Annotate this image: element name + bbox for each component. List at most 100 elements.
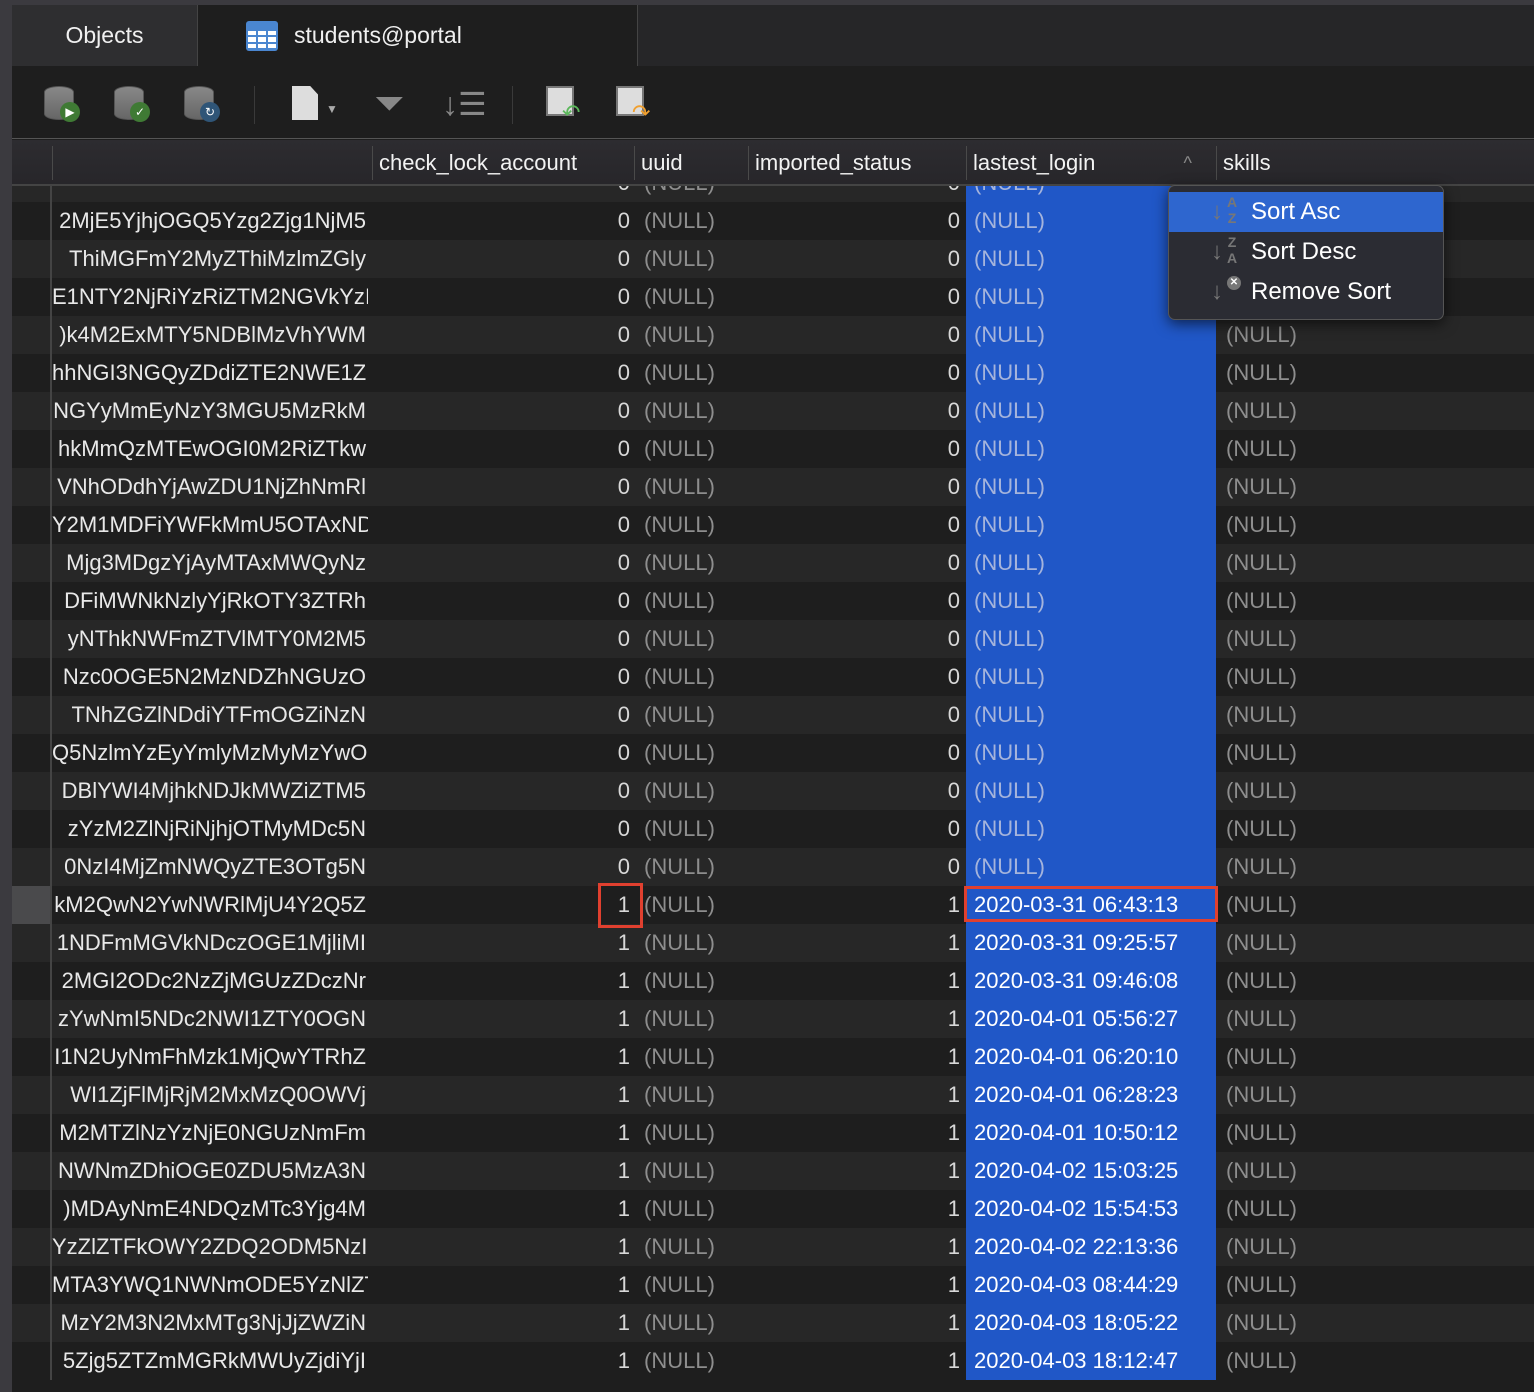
cell-skills[interactable]: (NULL) bbox=[1226, 468, 1526, 506]
cell-check-lock-account[interactable]: 0 bbox=[372, 278, 630, 316]
cell-uuid[interactable]: (NULL) bbox=[644, 696, 754, 734]
cell-imported-status[interactable]: 0 bbox=[748, 392, 960, 430]
table-row[interactable]: Mjg3MDgzYjAyMTAxMWQyNz 0 (NULL) 0 (NULL) (NUL… bbox=[12, 544, 1534, 582]
cell-lastest-login[interactable]: (NULL) bbox=[966, 316, 1216, 354]
cell-imported-status[interactable]: 0 bbox=[748, 620, 960, 658]
cell-uuid[interactable]: (NULL) bbox=[644, 734, 754, 772]
cell-lastest-login[interactable]: 2020-04-01 05:56:27 bbox=[966, 1000, 1216, 1038]
cell-skills[interactable]: (NULL) bbox=[1226, 810, 1526, 848]
cell-imported-status[interactable]: 0 bbox=[748, 734, 960, 772]
cell-check-lock-account[interactable]: 0 bbox=[372, 772, 630, 810]
row-header[interactable] bbox=[12, 1152, 52, 1190]
cell-check-lock-account[interactable]: 0 bbox=[372, 848, 630, 886]
cell-uuid[interactable]: (NULL) bbox=[644, 1342, 754, 1380]
cell-uuid[interactable]: (NULL) bbox=[644, 1266, 754, 1304]
table-row[interactable]: 2MGI2ODc2NzZjMGUzZDczNr 1 (NULL) 1 2020-03-3… bbox=[12, 962, 1534, 1000]
cell-id[interactable]: Mjg3MDgzYjAyMTAxMWQyNz bbox=[52, 544, 368, 582]
table-row[interactable]: kM2QwN2YwNWRlMjU4Y2Q5Z 1 (NULL) 1 2020-03-31… bbox=[12, 886, 1534, 924]
cell-lastest-login[interactable]: (NULL) bbox=[966, 582, 1216, 620]
cell-id[interactable]: WI1ZjFlMjRjM2MxMzQ0OWVj bbox=[52, 1076, 368, 1114]
cell-id[interactable]: Nzc0OGE5N2MzNDZhNGUzO bbox=[52, 658, 368, 696]
header-lastest-login[interactable]: lastest_login ^ bbox=[966, 146, 1216, 180]
cell-check-lock-account[interactable]: 1 bbox=[372, 1076, 630, 1114]
cell-uuid[interactable]: (NULL) bbox=[644, 1076, 754, 1114]
cell-uuid[interactable]: (NULL) bbox=[644, 186, 754, 202]
cell-uuid[interactable]: (NULL) bbox=[644, 392, 754, 430]
db-refresh-icon[interactable]: ↻ bbox=[182, 84, 226, 124]
cell-id[interactable]: DBlYWI4MjhkNDJkMWZiZTM5 bbox=[52, 772, 368, 810]
table-row[interactable]: MzY2M3N2MxMTg3NjJjZWZiN 1 (NULL) 1 2020-04-0… bbox=[12, 1304, 1534, 1342]
cell-uuid[interactable]: (NULL) bbox=[644, 924, 754, 962]
cell-check-lock-account[interactable]: 0 bbox=[372, 582, 630, 620]
cell-check-lock-account[interactable]: 0 bbox=[372, 316, 630, 354]
row-header[interactable] bbox=[12, 1114, 52, 1152]
row-header[interactable] bbox=[12, 658, 52, 696]
table-row[interactable]: WI1ZjFlMjRjM2MxMzQ0OWVj 1 (NULL) 1 2020-04-0… bbox=[12, 1076, 1534, 1114]
cell-lastest-login[interactable]: (NULL) bbox=[966, 544, 1216, 582]
cell-check-lock-account[interactable]: 1 bbox=[372, 1114, 630, 1152]
row-header[interactable] bbox=[12, 240, 52, 278]
cell-imported-status[interactable]: 1 bbox=[748, 1266, 960, 1304]
cell-skills[interactable]: (NULL) bbox=[1226, 1114, 1526, 1152]
cell-id[interactable]: 5Zjg5ZTZmMGRkMWUyZjdiYjI bbox=[52, 1342, 368, 1380]
menu-item-remove-sort[interactable]: ↓ ✕ Remove Sort bbox=[1169, 272, 1443, 312]
cell-id[interactable]: TNhZGZlNDdiYTFmOGZiNzN bbox=[52, 696, 368, 734]
cell-skills[interactable]: (NULL) bbox=[1226, 1076, 1526, 1114]
table-row[interactable]: VNhODdhYjAwZDU1NjZhNmRl 0 (NULL) 0 (NULL) (NU… bbox=[12, 468, 1534, 506]
cell-id[interactable]: Y2M1MDFiYWFkMmU5OTAxND bbox=[52, 506, 368, 544]
cell-id[interactable]: VNhODdhYjAwZDU1NjZhNmRl bbox=[52, 468, 368, 506]
cell-check-lock-account[interactable]: 1 bbox=[372, 1152, 630, 1190]
filter-icon[interactable]: ⏷ bbox=[374, 84, 418, 124]
import-icon[interactable]: ↶ bbox=[544, 84, 588, 125]
cell-uuid[interactable]: (NULL) bbox=[644, 430, 754, 468]
row-header[interactable] bbox=[12, 1190, 52, 1228]
cell-uuid[interactable]: (NULL) bbox=[644, 468, 754, 506]
cell-check-lock-account[interactable]: 0 bbox=[372, 620, 630, 658]
cell-skills[interactable]: (NULL) bbox=[1226, 582, 1526, 620]
cell-uuid[interactable]: (NULL) bbox=[644, 1000, 754, 1038]
cell-check-lock-account[interactable]: 0 bbox=[372, 392, 630, 430]
cell-uuid[interactable]: (NULL) bbox=[644, 810, 754, 848]
cell-lastest-login[interactable]: 2020-04-02 15:03:25 bbox=[966, 1152, 1216, 1190]
cell-id[interactable]: hkMmQzMTEwOGI0M2RiZTkw bbox=[52, 430, 368, 468]
cell-skills[interactable]: (NULL) bbox=[1226, 430, 1526, 468]
cell-imported-status[interactable]: 0 bbox=[748, 278, 960, 316]
row-header[interactable] bbox=[12, 316, 52, 354]
cell-id[interactable]: )MDAyNmE4NDQzMTc3Yjg4M bbox=[52, 1190, 368, 1228]
cell-check-lock-account[interactable]: 0 bbox=[372, 240, 630, 278]
cell-lastest-login[interactable]: (NULL) bbox=[966, 354, 1216, 392]
cell-imported-status[interactable]: 1 bbox=[748, 1304, 960, 1342]
table-row[interactable]: yNThkNWFmZTVlMTY0M2M5 0 (NULL) 0 (NULL) (NULL… bbox=[12, 620, 1534, 658]
cell-imported-status[interactable]: 1 bbox=[748, 1342, 960, 1380]
row-header[interactable] bbox=[12, 202, 52, 240]
row-header[interactable] bbox=[12, 962, 52, 1000]
cell-lastest-login[interactable]: 2020-03-31 09:25:57 bbox=[966, 924, 1216, 962]
cell-imported-status[interactable]: 1 bbox=[748, 886, 960, 924]
cell-lastest-login[interactable]: (NULL) bbox=[966, 620, 1216, 658]
cell-id[interactable]: MTA3YWQ1NWNmODE5YzNlZT bbox=[52, 1266, 368, 1304]
cell-uuid[interactable]: (NULL) bbox=[644, 1190, 754, 1228]
cell-uuid[interactable]: (NULL) bbox=[644, 316, 754, 354]
cell-id[interactable]: 1NDFmMGVkNDczOGE1MjliMI bbox=[52, 924, 368, 962]
cell-id[interactable]: 2MjE5YjhjOGQ5Yzg2Zjg1NjM5 bbox=[52, 202, 368, 240]
header-skills[interactable]: skills bbox=[1216, 146, 1534, 180]
cell-imported-status[interactable]: 0 bbox=[748, 582, 960, 620]
cell-lastest-login[interactable]: 2020-04-01 10:50:12 bbox=[966, 1114, 1216, 1152]
cell-imported-status[interactable]: 1 bbox=[748, 1000, 960, 1038]
menu-item-sort-asc[interactable]: ↓ A Z Sort Asc bbox=[1169, 192, 1443, 232]
cell-id[interactable]: zYwNmI5NDc2NWI1ZTY0OGN bbox=[52, 1000, 368, 1038]
sort-icon[interactable]: ↓☰ bbox=[442, 84, 487, 124]
cell-check-lock-account[interactable]: 0 bbox=[372, 506, 630, 544]
cell-skills[interactable]: (NULL) bbox=[1226, 772, 1526, 810]
table-row[interactable]: )k4M2ExMTY5NDBlMzVhYWM 0 (NULL) 0 (NULL) (NUL… bbox=[12, 316, 1534, 354]
cell-imported-status[interactable]: 0 bbox=[748, 186, 960, 202]
row-header[interactable] bbox=[12, 1228, 52, 1266]
cell-skills[interactable]: (NULL) bbox=[1226, 924, 1526, 962]
cell-id[interactable]: Q5NzlmYzEyYmlyMzMyMzYwO bbox=[52, 734, 368, 772]
cell-check-lock-account[interactable]: 1 bbox=[372, 1304, 630, 1342]
row-header[interactable] bbox=[12, 772, 52, 810]
cell-id[interactable] bbox=[52, 186, 368, 202]
table-row[interactable]: M2MTZlNzYzNjE0NGUzNmFm 1 (NULL) 1 2020-04-01… bbox=[12, 1114, 1534, 1152]
cell-uuid[interactable]: (NULL) bbox=[644, 354, 754, 392]
cell-check-lock-account[interactable]: 0 bbox=[372, 544, 630, 582]
